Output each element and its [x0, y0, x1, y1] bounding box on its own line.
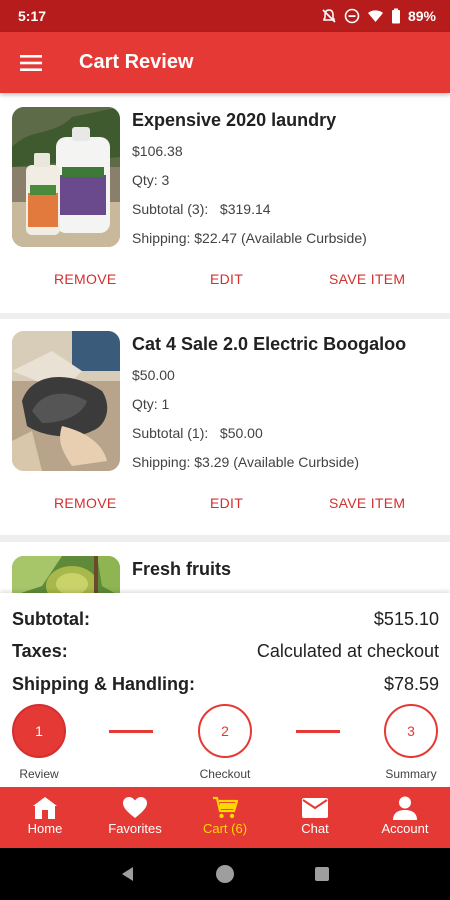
account-icon: [392, 795, 418, 821]
subtotal-row: Subtotal: $515.10: [12, 609, 439, 630]
item-shipping: Shipping: $22.47 (Available Curbside): [132, 230, 367, 246]
page-title: Cart Review: [79, 51, 194, 73]
battery-icon: [391, 8, 400, 24]
cart-item-card: Fresh fruits: [0, 542, 450, 593]
cart-item-card: Expensive 2020 laundry $106.38 Qty: 3 Su…: [0, 93, 450, 313]
back-icon[interactable]: [119, 865, 137, 883]
shipping-row: Shipping & Handling: $78.59: [12, 674, 439, 695]
recents-icon[interactable]: [313, 865, 331, 883]
app-bar: Cart Review: [0, 32, 450, 93]
heart-icon: [122, 795, 148, 821]
cart-item-card: Cat 4 Sale 2.0 Electric Boogaloo $50.00 …: [0, 319, 450, 535]
product-image-fruits: [12, 556, 120, 593]
menu-icon[interactable]: [0, 32, 62, 93]
step-review[interactable]: 1: [12, 704, 66, 758]
nav-home[interactable]: Home: [0, 787, 90, 848]
mail-icon: [301, 795, 329, 821]
step-summary[interactable]: 3: [384, 704, 438, 758]
nav-label: Cart (6): [202, 821, 248, 836]
nav-chat[interactable]: Chat: [270, 787, 360, 848]
item-title: Expensive 2020 laundry: [132, 110, 337, 130]
cart-list[interactable]: Expensive 2020 laundry $106.38 Qty: 3 Su…: [0, 93, 450, 593]
cart-item-details: Fresh fruits: [132, 556, 231, 586]
item-subtotal: Subtotal (1): $50.00: [132, 425, 263, 441]
item-title: Fresh fruits: [132, 559, 232, 579]
remove-button[interactable]: REMOVE: [54, 495, 116, 511]
item-price: $106.38: [132, 143, 183, 159]
home-button-icon[interactable]: [214, 863, 236, 885]
step-label: Review: [19, 767, 59, 781]
cart-item-details: Cat 4 Sale 2.0 Electric Boogaloo $50.00 …: [132, 331, 406, 477]
wifi-icon: [367, 10, 383, 22]
item-qty: Qty: 1: [132, 396, 170, 412]
order-totals: Subtotal: $515.10 Taxes: Calculated at c…: [0, 593, 450, 705]
nav-cart[interactable]: Cart (6): [180, 787, 270, 848]
taxes-label: Taxes:: [12, 641, 68, 661]
battery-percent: 89%: [407, 8, 436, 24]
shipping-label: Shipping & Handling:: [12, 674, 195, 694]
save-item-button[interactable]: SAVE ITEM: [329, 271, 405, 287]
nav-label: Home: [27, 821, 63, 836]
cart-icon: [212, 795, 238, 821]
nav-label: Account: [381, 821, 429, 836]
product-image-cat: [12, 331, 120, 471]
edit-button[interactable]: EDIT: [210, 271, 243, 287]
edit-button[interactable]: EDIT: [210, 495, 243, 511]
product-image-laundry: [12, 107, 120, 247]
step-connector: [296, 730, 340, 733]
dnd-icon: [344, 8, 360, 24]
status-time: 5:17: [18, 8, 47, 24]
item-qty: Qty: 3: [132, 172, 170, 188]
checkout-steps: 1 Review 2 Checkout 3 Summary: [0, 700, 450, 787]
bottom-nav: Home Favorites Cart (6) Chat Account: [0, 787, 450, 848]
item-title: Cat 4 Sale 2.0 Electric Boogaloo: [132, 334, 407, 354]
remove-button[interactable]: REMOVE: [54, 271, 116, 287]
home-icon: [32, 795, 58, 821]
save-item-button[interactable]: SAVE ITEM: [329, 495, 405, 511]
taxes-row: Taxes: Calculated at checkout: [12, 641, 439, 662]
subtotal-label: Subtotal:: [12, 609, 90, 629]
shipping-value: $78.59: [383, 674, 439, 694]
step-number: 2: [221, 723, 229, 739]
status-bar: 5:17 89%: [0, 0, 450, 32]
nav-label: Chat: [301, 821, 329, 836]
item-shipping: Shipping: $3.29 (Available Curbside): [132, 454, 359, 470]
nav-favorites[interactable]: Favorites: [90, 787, 180, 848]
status-icons: 89%: [321, 8, 436, 24]
system-navigation-bar: [0, 848, 450, 900]
step-connector: [109, 730, 153, 733]
subtotal-value: $515.10: [373, 609, 439, 629]
step-checkout[interactable]: 2: [198, 704, 252, 758]
nav-label: Favorites: [108, 821, 162, 836]
step-label: Summary: [385, 767, 437, 781]
taxes-value: Calculated at checkout: [256, 641, 439, 661]
mute-icon: [322, 9, 336, 23]
step-number: 3: [407, 723, 415, 739]
item-price: $50.00: [132, 367, 175, 383]
step-number: 1: [35, 723, 43, 739]
step-label: Checkout: [199, 767, 251, 781]
cart-item-details: Expensive 2020 laundry $106.38 Qty: 3 Su…: [132, 107, 367, 253]
nav-account[interactable]: Account: [360, 787, 450, 848]
item-subtotal: Subtotal (3): $319.14: [132, 201, 271, 217]
